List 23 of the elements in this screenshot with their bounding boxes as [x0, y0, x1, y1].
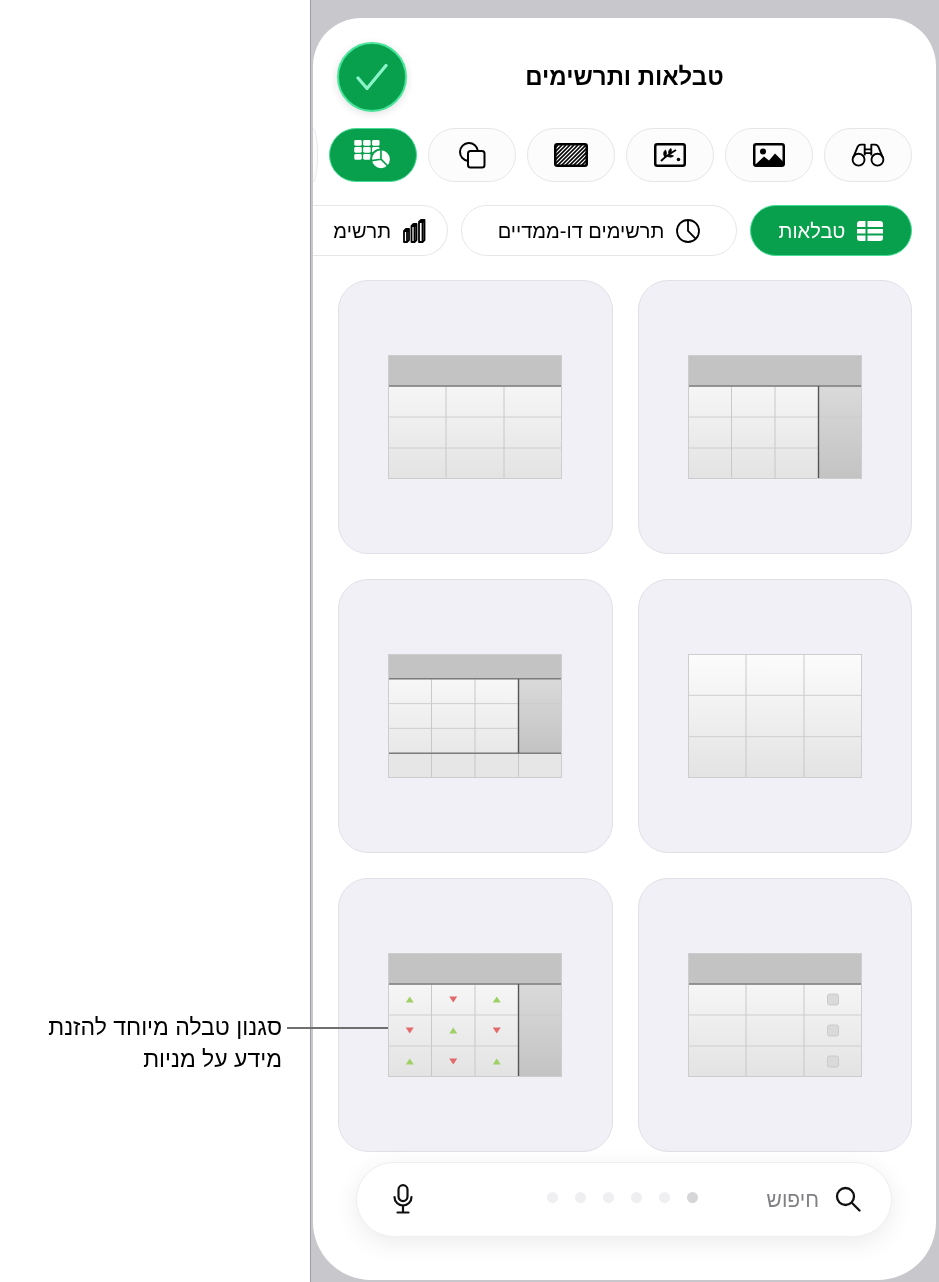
- binoculars-icon: [851, 143, 885, 167]
- hatched-fill-icon: [554, 143, 588, 167]
- category-button[interactable]: [527, 128, 615, 182]
- shapes-icon: [458, 141, 486, 169]
- image-icon: [753, 143, 785, 167]
- category-button[interactable]: [824, 128, 912, 182]
- search-field[interactable]: חיפוש: [356, 1162, 892, 1237]
- table-chart-icon: [354, 140, 392, 170]
- checkmark-icon: [356, 63, 388, 91]
- callout-text: סגנון טבלה מיוחד להזנת מידע על מניות: [47, 1013, 282, 1074]
- category-button[interactable]: [725, 128, 813, 182]
- tab[interactable]: תרשימים דו-ממדיים: [461, 205, 737, 256]
- category-button[interactable]: [626, 128, 714, 182]
- bar-chart-icon: [403, 218, 427, 243]
- pie-chart-icon: [676, 218, 701, 243]
- category-button[interactable]: [428, 128, 516, 182]
- microphone-icon[interactable]: [393, 1184, 413, 1214]
- tab[interactable]: תרשימ: [313, 205, 448, 256]
- search-icon: [835, 1186, 861, 1212]
- drawing-icon: [654, 143, 686, 167]
- panel-title: טבלאות ותרשימים: [525, 62, 724, 92]
- done-button[interactable]: [337, 42, 407, 112]
- table-icon: [857, 220, 884, 241]
